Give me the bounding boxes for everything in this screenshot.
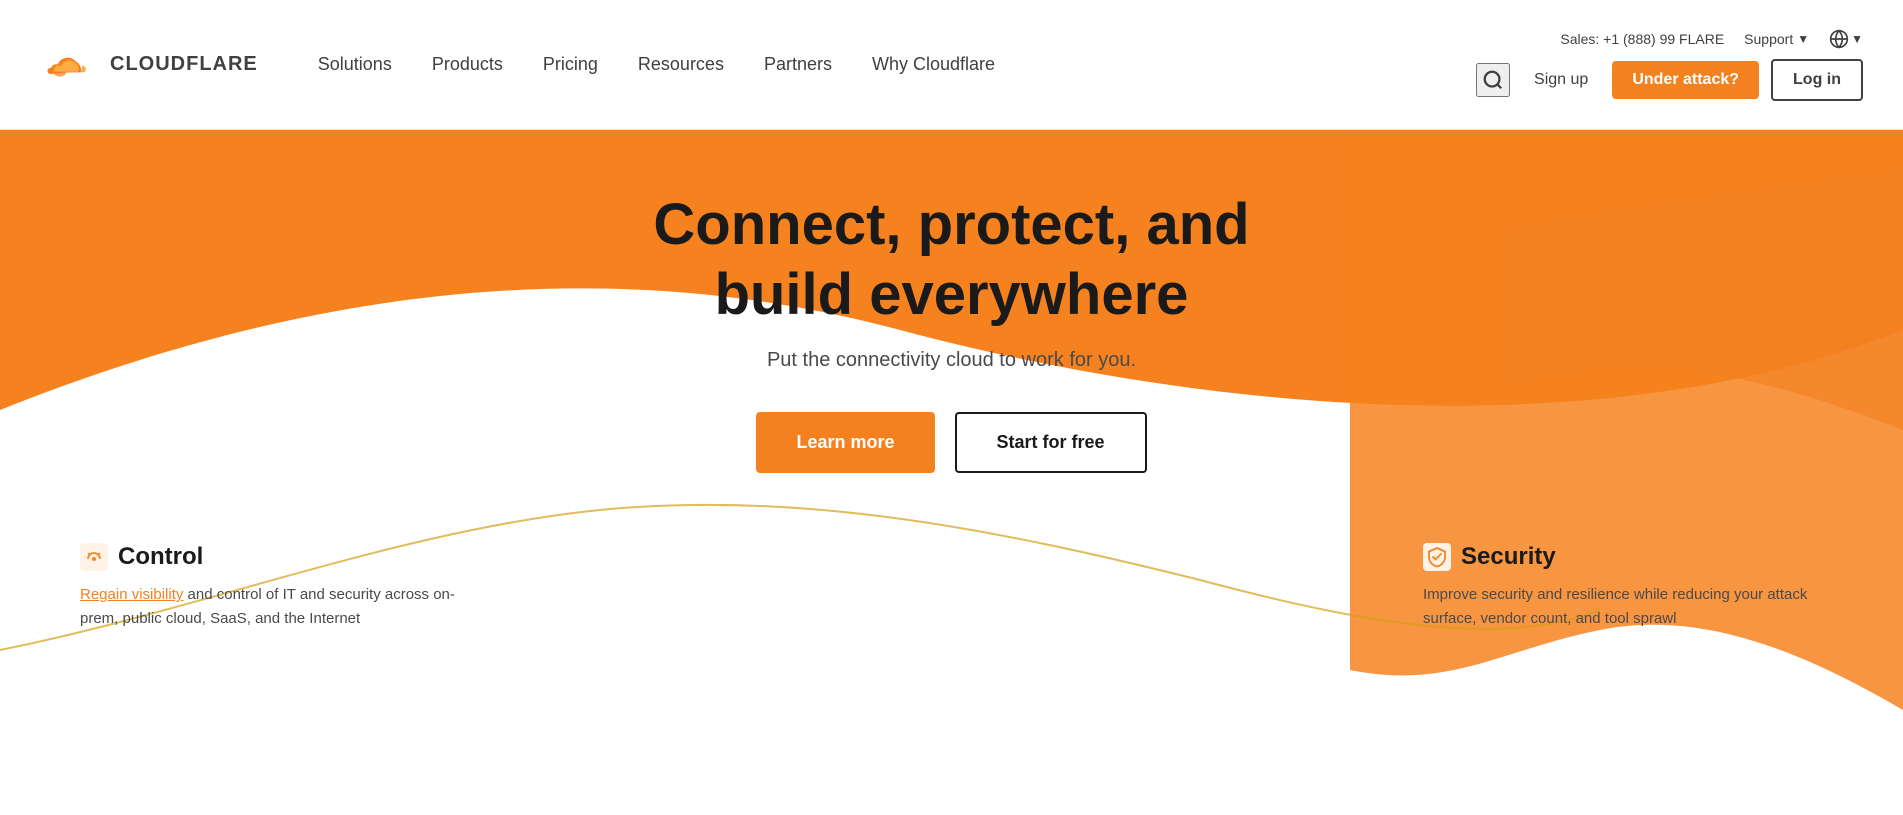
security-icon	[1423, 543, 1451, 571]
feature-security: Security Improve security and resilience…	[1423, 523, 1823, 651]
hero-section: Connect, protect, and build everywhere P…	[0, 130, 1903, 710]
feature-security-desc: Improve security and resilience while re…	[1423, 583, 1823, 631]
hero-buttons: Learn more Start for free	[756, 412, 1146, 473]
cloudflare-logo-icon	[40, 45, 100, 85]
support-label: Support	[1744, 31, 1793, 47]
start-free-button[interactable]: Start for free	[955, 412, 1147, 473]
globe-chevron-icon: ▼	[1851, 32, 1863, 46]
nav-item-pricing[interactable]: Pricing	[523, 44, 618, 85]
hero-content: Connect, protect, and build everywhere P…	[0, 130, 1903, 533]
feature-control-header: Control	[80, 543, 480, 571]
login-button[interactable]: Log in	[1771, 59, 1863, 101]
support-link[interactable]: Support ▼	[1744, 31, 1809, 47]
feature-security-header: Security	[1423, 543, 1823, 571]
search-button[interactable]	[1476, 63, 1510, 97]
sales-text: Sales: +1 (888) 99 FLARE	[1560, 31, 1724, 47]
feature-security-title: Security	[1461, 543, 1556, 571]
under-attack-button[interactable]: Under attack?	[1612, 61, 1759, 99]
header-bottom-actions: Sign up Under attack? Log in	[1476, 59, 1863, 101]
support-chevron-icon: ▼	[1797, 32, 1809, 46]
main-nav: Solutions Products Pricing Resources Par…	[298, 44, 1015, 85]
feature-control-link[interactable]: Regain visibility	[80, 586, 183, 603]
feature-control-title: Control	[118, 543, 203, 571]
control-icon	[80, 543, 108, 571]
features-section: Control Regain visibility and control of…	[0, 523, 1903, 651]
feature-control: Control Regain visibility and control of…	[80, 523, 480, 651]
header: CLOUDFLARE Solutions Products Pricing Re…	[0, 0, 1903, 130]
hero-subtitle: Put the connectivity cloud to work for y…	[767, 349, 1136, 372]
nav-item-solutions[interactable]: Solutions	[298, 44, 412, 85]
logo-area[interactable]: CLOUDFLARE	[40, 45, 258, 85]
feature-control-desc: Regain visibility and control of IT and …	[80, 583, 480, 631]
nav-item-why-cloudflare[interactable]: Why Cloudflare	[852, 44, 1015, 85]
logo-text: CLOUDFLARE	[110, 53, 258, 76]
globe-icon[interactable]: ▼	[1829, 29, 1863, 49]
header-top-info: Sales: +1 (888) 99 FLARE Support ▼ ▼	[1560, 29, 1863, 49]
search-icon	[1482, 69, 1504, 91]
learn-more-button[interactable]: Learn more	[756, 412, 934, 473]
nav-item-partners[interactable]: Partners	[744, 44, 852, 85]
hero-title: Connect, protect, and build everywhere	[653, 190, 1249, 329]
nav-item-products[interactable]: Products	[412, 44, 523, 85]
header-right-wrapper: Sales: +1 (888) 99 FLARE Support ▼ ▼ S	[1476, 29, 1863, 101]
header-left: CLOUDFLARE Solutions Products Pricing Re…	[40, 44, 1015, 85]
signup-button[interactable]: Sign up	[1522, 63, 1600, 97]
nav-item-resources[interactable]: Resources	[618, 44, 744, 85]
